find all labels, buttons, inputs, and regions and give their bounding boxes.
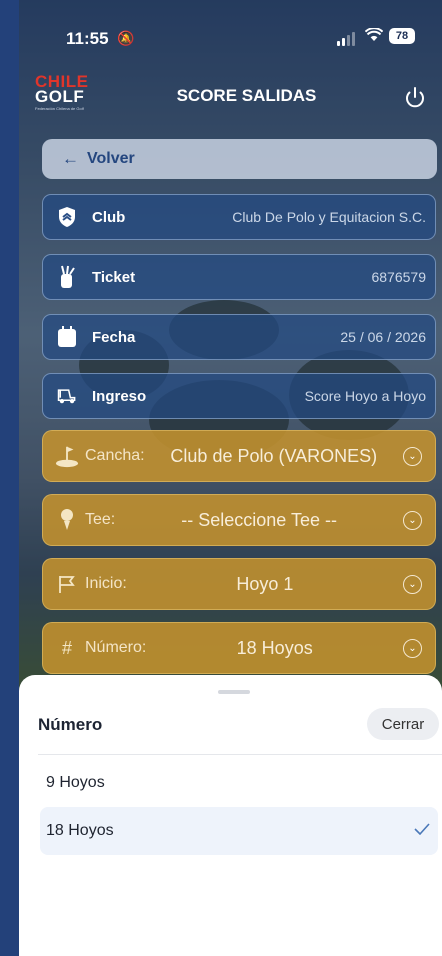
shield-icon [56,206,78,228]
info-row-ticket: Ticket 6876579 [42,254,436,300]
calendar-icon [56,326,78,348]
info-row-ingreso: Ingreso Score Hoyo a Hoyo [42,373,436,419]
select-label-inicio: Inicio: [85,575,127,592]
chevron-down-icon: ⌄ [403,510,422,530]
info-label-ingreso: Ingreso [92,387,147,405]
status-time: 11:55 [66,29,109,48]
chile-golf-logo: CHILE GOLF Federación Chilena de Golf [35,73,95,118]
battery-icon: 78 [389,28,415,44]
select-value-inicio: Hoyo 1 [236,573,294,594]
bell-slash-icon: 🔕 [117,30,135,46]
option-label: 9 Hoyos [46,774,105,791]
status-bar: 11:55 🔕 78 [19,0,442,70]
logo-subtitle: Federación Chilena de Golf [35,106,84,111]
left-edge-strip [0,0,19,956]
option-label: 18 Hoyos [46,822,114,839]
numero-bottom-sheet: Número Cerrar 9 Hoyos 18 Hoyos [19,675,442,956]
close-button[interactable]: Cerrar [367,708,439,740]
back-button[interactable]: ← Volver [42,139,437,179]
select-label-tee: Tee: [85,511,116,528]
select-tee[interactable]: Tee: -- Seleccione Tee -- ⌄ [42,494,436,546]
cellular-signal-icon [337,32,355,46]
info-label-fecha: Fecha [92,328,136,346]
select-label-cancha: Cancha: [85,447,145,464]
info-value-ingreso: Score Hoyo a Hoyo [304,388,426,404]
chevron-down-icon: ⌄ [403,446,422,466]
sheet-title: Número [38,715,103,734]
hash-icon: # [61,637,72,658]
info-label-ticket: Ticket [92,268,136,286]
golf-flag-icon [55,443,79,469]
select-numero[interactable]: # Número: 18 Hoyos ⌄ [42,622,436,674]
select-value-numero: 18 Hoyos [236,637,313,658]
checkmark-icon [414,822,430,840]
golf-bag-icon [56,265,78,288]
golf-tee-icon [55,508,79,532]
chevron-down-icon: ⌄ [403,638,422,658]
info-value-fecha: 25 / 06 / 2026 [340,329,426,345]
option-18-hoyos[interactable]: 18 Hoyos [40,807,438,855]
option-9-hoyos[interactable]: 9 Hoyos [38,759,438,807]
select-value-cancha: Club de Polo (VARONES) [170,445,378,466]
back-label: Volver [87,150,135,167]
info-row-club: Club Club De Polo y Equitacion S.C. [42,194,436,240]
sheet-divider [38,754,442,755]
logo-text-bottom: GOLF [35,87,85,106]
flag-icon [55,574,79,594]
arrow-left-icon: ← [62,149,79,168]
chevron-down-icon: ⌄ [403,574,422,594]
select-value-tee: -- Seleccione Tee -- [181,509,337,530]
select-cancha[interactable]: Cancha: Club de Polo (VARONES) ⌄ [42,430,436,482]
info-value-club: Club De Polo y Equitacion S.C. [232,209,426,225]
info-row-fecha: Fecha 25 / 06 / 2026 [42,314,436,360]
power-icon[interactable] [401,84,429,112]
page-title: SCORE SALIDAS [176,86,317,105]
select-inicio[interactable]: Inicio: Hoyo 1 ⌄ [42,558,436,610]
select-label-numero: Número: [85,639,147,656]
info-value-ticket: 6876579 [371,269,426,285]
wifi-icon [364,27,384,47]
sheet-drag-handle[interactable] [218,690,250,694]
info-label-club: Club [92,208,126,226]
golf-cart-icon [56,385,78,407]
